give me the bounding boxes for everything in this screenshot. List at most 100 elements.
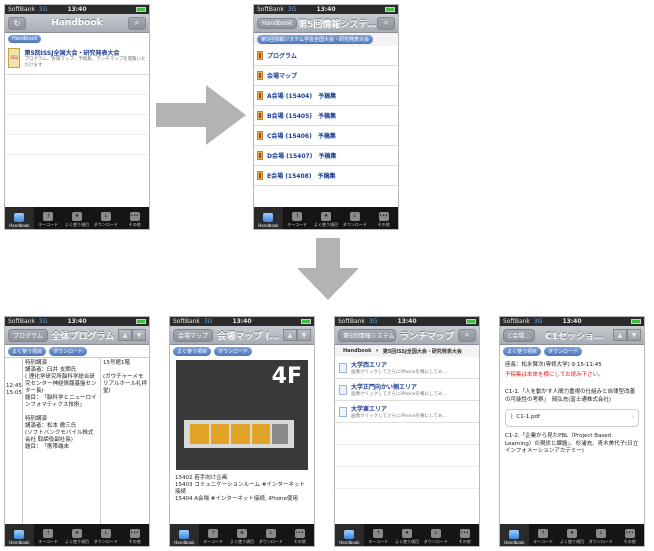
book-icon bbox=[257, 91, 263, 100]
list-item[interactable]: 大学正門向かい側エリア 画像クリックしてさらにiPhoneを横にしてみ… bbox=[335, 379, 479, 401]
status-bar: SoftBank 3G 13:40 bbox=[5, 317, 149, 326]
search-button[interactable]: ⌕ bbox=[377, 16, 395, 30]
download-chip[interactable]: ダウンロード bbox=[544, 346, 583, 356]
tab-more[interactable]: ••• その他 bbox=[120, 207, 149, 229]
battery-icon bbox=[631, 319, 641, 324]
tab-more[interactable]: ••• その他 bbox=[450, 524, 479, 546]
list-item[interactable]: 大学西エリア 画像クリックしてさらにiPhoneを横にしてみ… bbox=[335, 357, 479, 379]
back-button[interactable]: C会場… bbox=[503, 328, 536, 342]
menu-item[interactable]: A会場 (15404) 予稿集 bbox=[254, 86, 398, 106]
screen-conference: SoftBank 3G 13:40 Handbook 第5回情報システ… ⌕ 第5回… bbox=[253, 4, 399, 230]
status-bar: SoftBank 3G 13:40 bbox=[5, 5, 149, 14]
tab-bar: Handbook † キーコード ★ よく使う項目 ↓ ダウンロード ••• その他 bbox=[500, 524, 644, 546]
refresh-button[interactable]: ↻ bbox=[8, 16, 26, 30]
tab-bar: Handbook † キーコード ★ よく使う項目 ↓ ダウンロード ••• その他 bbox=[5, 524, 149, 546]
floor-map-image[interactable]: 4F bbox=[176, 360, 308, 470]
file-name: C1-1.pdf bbox=[516, 414, 540, 421]
tab-keycode[interactable]: † キーコード bbox=[199, 524, 228, 546]
book-icon bbox=[509, 530, 520, 539]
tab-download[interactable]: ↓ ダウンロード bbox=[91, 207, 120, 229]
lunch-list: 大学西エリア 画像クリックしてさらにiPhoneを横にしてみ… 大学正門向かい側エリ… bbox=[335, 357, 479, 489]
tab-handbook[interactable]: Handbook bbox=[500, 524, 529, 546]
tab-more[interactable]: ••• その他 bbox=[369, 207, 398, 229]
download-chip[interactable]: ダウンロード bbox=[214, 346, 253, 356]
back-button[interactable]: 第5回情報システム… bbox=[338, 328, 396, 342]
crumb-conference[interactable]: 第5回ISSJ全国大会・研究発表大会 bbox=[383, 348, 462, 355]
tab-download[interactable]: ↓ ダウンロード bbox=[586, 524, 615, 546]
pdf-attachment[interactable]: ⌇ C1-1.pdf › bbox=[505, 409, 639, 427]
tab-handbook[interactable]: Handbook bbox=[5, 524, 34, 546]
room-list: 15402 若手向け企画 15403 コミュニケーションルーム #インターネット… bbox=[175, 475, 305, 502]
tab-label: その他 bbox=[128, 539, 141, 544]
star-icon: ★ bbox=[401, 529, 412, 538]
tab-favorites[interactable]: ★ よく使う項目 bbox=[558, 524, 587, 546]
prev-button[interactable]: ▲ bbox=[283, 329, 297, 341]
tab-download[interactable]: ↓ ダウンロード bbox=[340, 207, 369, 229]
book-icon bbox=[14, 213, 25, 222]
tab-keycode[interactable]: † キーコード bbox=[364, 524, 393, 546]
star-icon: ★ bbox=[236, 529, 247, 538]
prev-button[interactable]: ▲ bbox=[118, 329, 132, 341]
book-icon bbox=[344, 530, 355, 539]
next-button[interactable]: ▼ bbox=[297, 329, 311, 341]
book-icon bbox=[257, 71, 263, 80]
menu-item[interactable]: プログラム bbox=[254, 46, 398, 66]
list-item[interactable]: 大学東エリア 画像クリックしてさらにiPhoneを横にしてみ… bbox=[335, 401, 479, 423]
breadcrumb[interactable]: 第5回情報システム学会全国大会・研究発表大会 bbox=[257, 35, 374, 44]
tab-favorites[interactable]: ★ よく使う項目 bbox=[63, 524, 92, 546]
tab-download[interactable]: ↓ ダウンロード bbox=[91, 524, 120, 546]
tab-label: その他 bbox=[128, 222, 141, 227]
tab-keycode[interactable]: † キーコード bbox=[283, 207, 312, 229]
favorites-chip[interactable]: よく使う項目 bbox=[503, 346, 542, 356]
tab-handbook[interactable]: Handbook bbox=[254, 207, 283, 229]
menu-item[interactable]: E会場 (15408) 予稿集 bbox=[254, 166, 398, 186]
item-title: 第5回ISSJ全国大会・研究発表大会 bbox=[24, 50, 120, 57]
tab-handbook[interactable]: Handbook bbox=[5, 207, 34, 229]
tab-label: ダウンロード bbox=[93, 222, 118, 227]
tab-more[interactable]: ••• その他 bbox=[285, 524, 314, 546]
tab-handbook[interactable]: Handbook bbox=[170, 524, 199, 546]
search-button[interactable]: ⌕ bbox=[128, 16, 146, 30]
tab-label: その他 bbox=[377, 222, 390, 227]
download-icon: ↓ bbox=[430, 529, 441, 538]
tab-favorites[interactable]: ★ よく使う項目 bbox=[312, 207, 341, 229]
next-button[interactable]: ▼ bbox=[132, 329, 146, 341]
book-icon bbox=[14, 530, 25, 539]
favorites-chip[interactable]: よく使う項目 bbox=[173, 346, 212, 356]
crumb-handbook[interactable]: Handbook bbox=[343, 348, 371, 354]
list-item[interactable]: ISSJ 第5回ISSJ全国大会・研究発表大会 プログラム、会場マップ、予稿集、… bbox=[5, 45, 149, 75]
tab-keycode[interactable]: † キーコード bbox=[34, 524, 63, 546]
tab-keycode[interactable]: † キーコード bbox=[34, 207, 63, 229]
download-chip[interactable]: ダウンロード bbox=[49, 346, 88, 356]
tab-bar: Handbook † キーコード ★ よく使う項目 ↓ ダウンロード ••• その他 bbox=[5, 207, 149, 229]
back-button[interactable]: 会場マップ bbox=[173, 328, 214, 342]
tab-favorites[interactable]: ★ よく使う項目 bbox=[393, 524, 422, 546]
search-button[interactable]: ⌕ bbox=[458, 328, 476, 342]
tab-favorites[interactable]: ★ よく使う項目 bbox=[63, 207, 92, 229]
nav-bar: C会場… C1セッショ… ▲ ▼ bbox=[500, 326, 644, 345]
tab-favorites[interactable]: ★ よく使う項目 bbox=[228, 524, 257, 546]
tab-label: ダウンロード bbox=[93, 539, 118, 544]
tab-label: その他 bbox=[458, 539, 471, 544]
tab-download[interactable]: ↓ ダウンロード bbox=[421, 524, 450, 546]
favorites-chip[interactable]: よく使う項目 bbox=[8, 346, 47, 356]
handbook-chip[interactable]: Handbook bbox=[8, 35, 42, 43]
star-icon: ★ bbox=[320, 212, 331, 221]
back-button[interactable]: プログラム bbox=[8, 328, 48, 342]
back-button[interactable]: Handbook bbox=[257, 17, 298, 29]
menu-item[interactable]: C会場 (15406) 予稿集 bbox=[254, 126, 398, 146]
tab-keycode[interactable]: † キーコード bbox=[529, 524, 558, 546]
battery-icon bbox=[385, 7, 395, 12]
menu-item[interactable]: D会場 (15407) 予稿集 bbox=[254, 146, 398, 166]
item-title: 大学東エリア bbox=[351, 406, 388, 413]
menu-item[interactable]: B会場 (15405) 予稿集 bbox=[254, 106, 398, 126]
next-button[interactable]: ▼ bbox=[627, 329, 641, 341]
book-icon bbox=[179, 530, 190, 539]
tab-download[interactable]: ↓ ダウンロード bbox=[256, 524, 285, 546]
tab-more[interactable]: ••• その他 bbox=[615, 524, 644, 546]
menu-item[interactable]: 会場マップ bbox=[254, 66, 398, 86]
prev-button[interactable]: ▲ bbox=[613, 329, 627, 341]
tab-handbook[interactable]: Handbook bbox=[335, 524, 364, 546]
tab-more[interactable]: ••• その他 bbox=[120, 524, 149, 546]
tab-label: キーコード bbox=[287, 222, 308, 227]
